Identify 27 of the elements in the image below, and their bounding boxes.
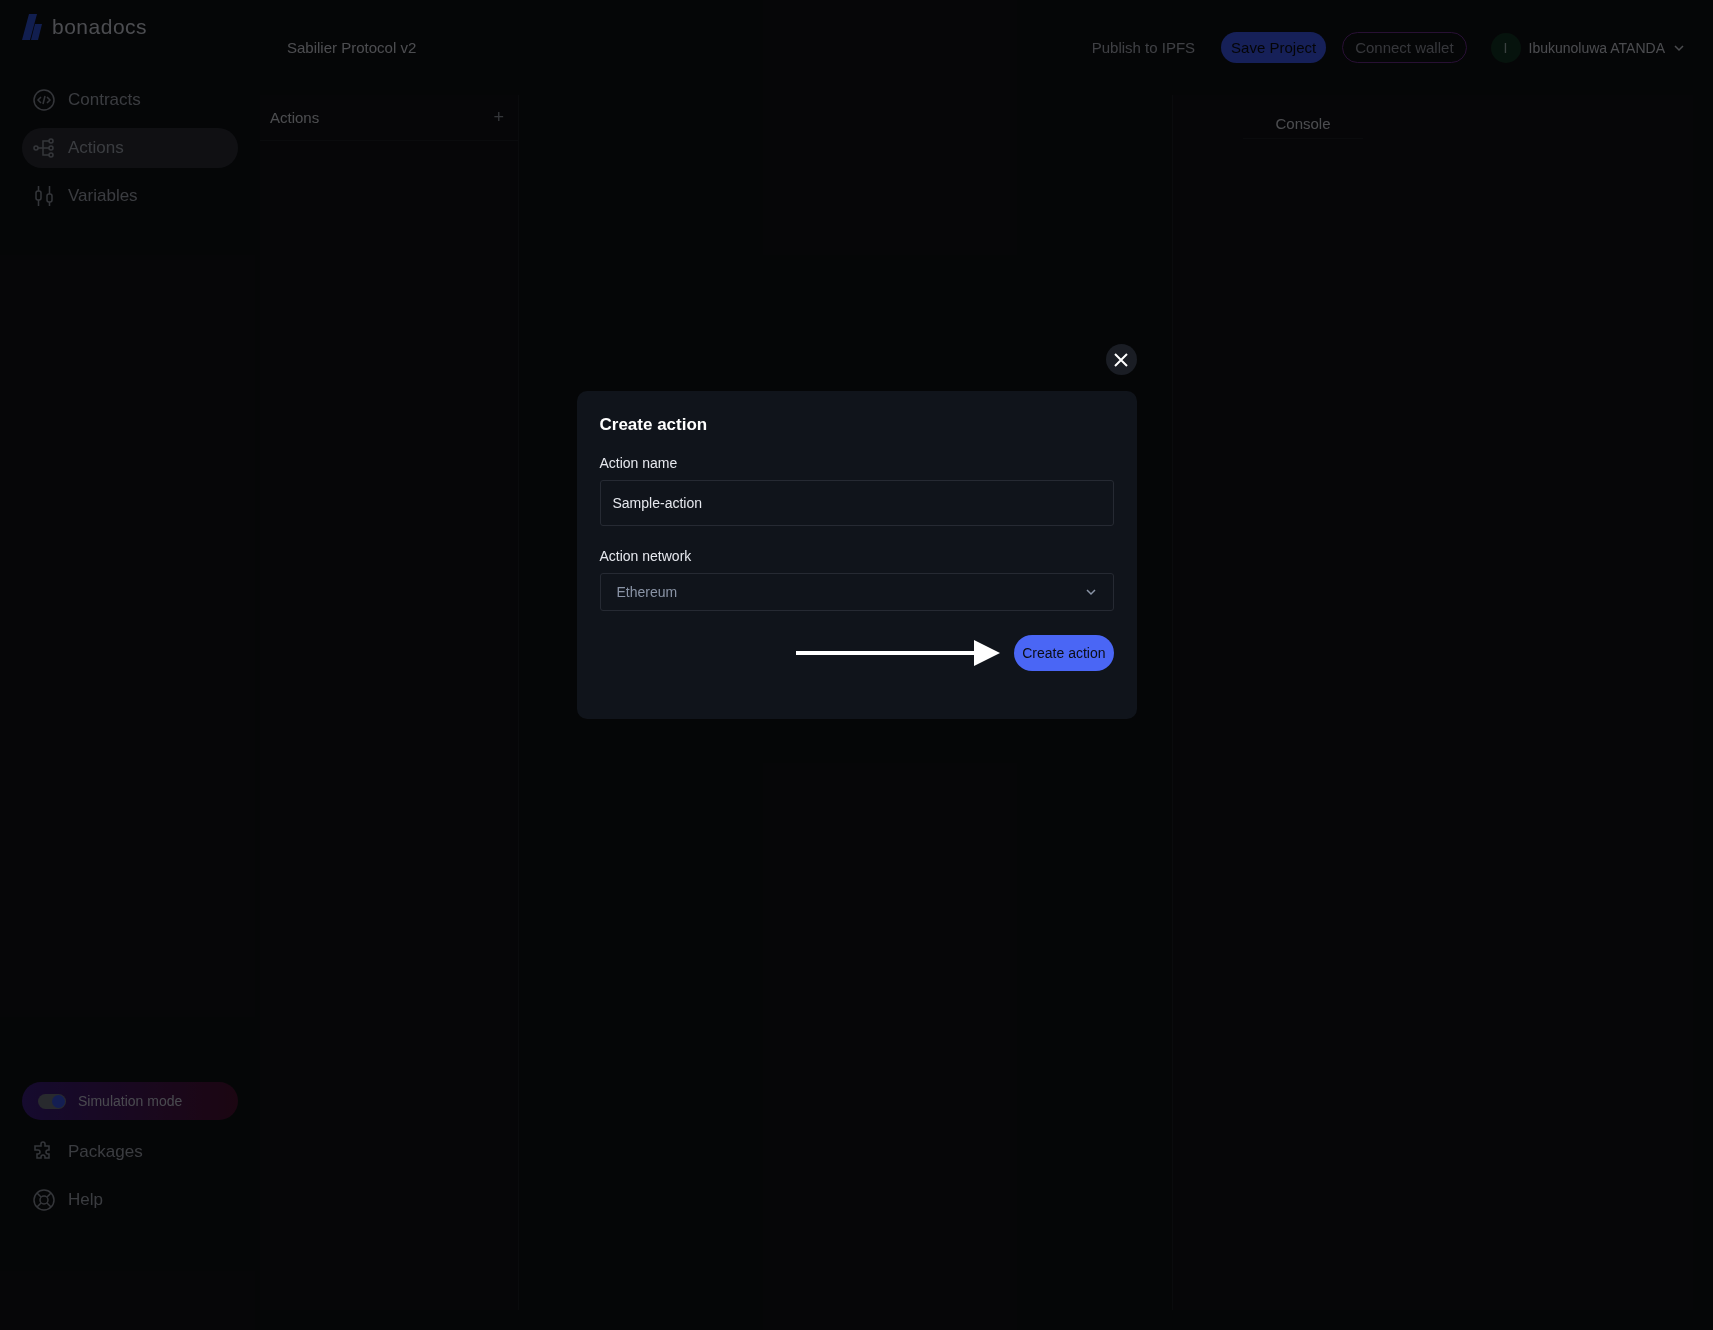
sidebar-item[interactable]: Variables [22,176,238,216]
action-name-field[interactable]: Sample-action [599,480,1114,526]
sidebar-item[interactable]: Help [22,1180,238,1220]
field-label: Action name [599,455,679,471]
branch-icon [32,136,56,160]
console-tab[interactable]: Console [1243,109,1363,139]
dialog-title: Create action [599,415,709,435]
lifebuoy-icon [32,1188,56,1212]
logo-icon [22,14,44,40]
sidebar-item[interactable]: Contracts [22,80,238,120]
publish-button[interactable]: Publish to IPFS [1081,31,1206,64]
toggle-switch[interactable] [38,1093,66,1109]
logo-text: bonadocs [52,15,148,39]
sliders-icon [32,184,56,208]
save-button[interactable]: Save Project [1221,32,1327,63]
project-title: Sabilier Protocol v2 [287,39,418,56]
chevron-down-icon [1084,586,1097,598]
close-button[interactable] [1105,344,1137,375]
code-icon [32,88,56,112]
sidebar-item[interactable]: Packages [22,1132,238,1172]
network-dropdown[interactable]: Ethereum [599,573,1114,611]
add-button[interactable]: + [489,107,508,128]
close-icon [1113,351,1129,368]
create-action-button[interactable]: Create action [1014,635,1114,671]
simulation-mode-toggle[interactable]: Simulation mode [22,1082,238,1120]
field-label: Action network [599,548,693,564]
panel-title: Actions [270,109,320,126]
